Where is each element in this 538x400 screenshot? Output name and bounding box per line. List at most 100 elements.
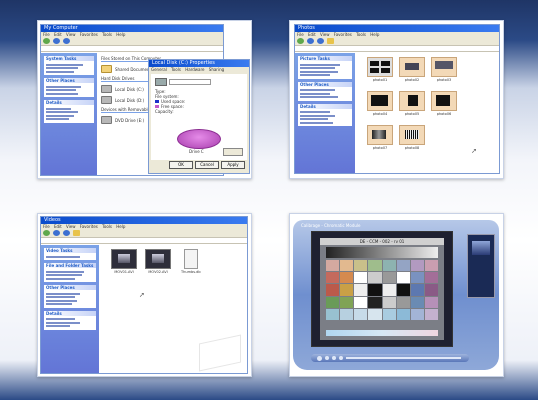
search-icon[interactable] bbox=[63, 38, 70, 44]
photo-thumbnail bbox=[367, 125, 393, 145]
photo-tile[interactable]: photo03 bbox=[431, 57, 457, 82]
stop-icon[interactable] bbox=[325, 356, 329, 360]
toolbar bbox=[295, 37, 499, 46]
menu-view[interactable]: View bbox=[66, 32, 76, 37]
play-icon[interactable] bbox=[317, 355, 322, 361]
test-pattern-header: DE - CCM - 002 - rv 01 bbox=[320, 238, 444, 245]
window-title: Videos bbox=[44, 217, 61, 223]
task-pane: Picture Tasks Other Places Details bbox=[295, 53, 355, 173]
video-file-tile[interactable]: MOV02.AVI bbox=[145, 249, 171, 274]
drive-name: Drive C bbox=[189, 149, 204, 154]
photo-tile[interactable]: photo07 bbox=[367, 125, 393, 150]
task-panel-system: System Tasks bbox=[44, 56, 94, 75]
task-panel-details: Details bbox=[44, 310, 96, 330]
menu-edit[interactable]: Edit bbox=[54, 224, 62, 229]
menu-help[interactable]: Help bbox=[116, 32, 125, 37]
menu-file[interactable]: File bbox=[297, 32, 304, 37]
window-title-bar[interactable]: My Computer bbox=[41, 25, 223, 32]
window-title-bar[interactable]: Videos bbox=[41, 217, 247, 224]
video-thumbnail bbox=[145, 249, 171, 269]
color-patch-grid bbox=[326, 260, 438, 320]
task-panel-picture: Picture Tasks bbox=[298, 56, 352, 79]
menu-favorites[interactable]: Favorites bbox=[334, 32, 352, 37]
pastel-bar bbox=[326, 330, 438, 336]
test-pattern: DE - CCM - 002 - rv 01 bbox=[320, 238, 444, 340]
screenshot-photos-folder: Photos File Edit View Favorites Tools He… bbox=[289, 20, 504, 179]
mouse-cursor-icon: ➚ bbox=[471, 147, 477, 155]
folders-icon[interactable] bbox=[327, 38, 334, 44]
properties-rows: Type: File system: Used space: Free spac… bbox=[155, 89, 186, 114]
folder-icon bbox=[101, 65, 112, 73]
back-icon[interactable] bbox=[297, 38, 304, 44]
disk-usage-pie bbox=[177, 129, 221, 149]
photo-tile[interactable]: photo05 bbox=[399, 91, 425, 116]
watermark-graphic bbox=[199, 334, 241, 372]
address-bar[interactable] bbox=[41, 238, 247, 244]
next-icon[interactable] bbox=[339, 356, 343, 360]
forward-icon[interactable] bbox=[53, 230, 60, 236]
menu-file[interactable]: File bbox=[43, 224, 50, 229]
menu-edit[interactable]: Edit bbox=[308, 32, 316, 37]
tab-tools[interactable]: Tools bbox=[171, 67, 181, 72]
menu-edit[interactable]: Edit bbox=[54, 32, 62, 37]
photo-tile[interactable]: photo06 bbox=[431, 91, 457, 116]
search-icon[interactable] bbox=[317, 38, 324, 44]
menu-tools[interactable]: Tools bbox=[356, 32, 366, 37]
photo-thumbnail bbox=[367, 57, 393, 77]
task-pane: Video Tasks File and Folder Tasks Other … bbox=[41, 245, 99, 373]
photo-tile[interactable]: photo08 bbox=[399, 125, 425, 150]
player-title: Calibrage - Chromatic Module bbox=[301, 223, 361, 228]
address-bar[interactable] bbox=[41, 46, 223, 52]
back-icon[interactable] bbox=[43, 230, 50, 236]
tab-hardware[interactable]: Hardware bbox=[185, 67, 204, 72]
explorer-window: Photos File Edit View Favorites Tools He… bbox=[294, 24, 500, 174]
dvd-drive-icon bbox=[101, 116, 112, 124]
drive-label-input[interactable] bbox=[169, 79, 211, 85]
toolbar bbox=[41, 229, 247, 238]
task-panel-video: Video Tasks bbox=[44, 248, 96, 260]
menu-favorites[interactable]: Favorites bbox=[80, 224, 98, 229]
media-player-frame: Calibrage - Chromatic Module DE - CCM - … bbox=[293, 220, 499, 370]
address-bar[interactable] bbox=[295, 46, 499, 52]
tab-sharing[interactable]: Sharing bbox=[209, 67, 224, 72]
search-icon[interactable] bbox=[63, 230, 70, 236]
menu-view[interactable]: View bbox=[66, 224, 76, 229]
task-pane: System Tasks Other Places Details bbox=[41, 53, 97, 175]
mouse-cursor-icon: ➚ bbox=[139, 291, 145, 299]
disk-cleanup-button[interactable] bbox=[223, 148, 243, 156]
forward-icon[interactable] bbox=[53, 38, 60, 44]
apply-button[interactable]: Apply bbox=[221, 161, 245, 169]
back-icon[interactable] bbox=[43, 38, 50, 44]
properties-dialog: Local Disk (C:) Properties General Tools… bbox=[148, 59, 250, 174]
menu-help[interactable]: Help bbox=[116, 224, 125, 229]
photo-tile[interactable]: photo01 bbox=[367, 57, 393, 82]
previous-icon[interactable] bbox=[332, 356, 336, 360]
menu-file[interactable]: File bbox=[43, 32, 50, 37]
window-title: My Computer bbox=[44, 25, 78, 31]
playlist-thumbnail[interactable] bbox=[472, 241, 490, 255]
dialog-title-bar[interactable]: Local Disk (C:) Properties bbox=[149, 60, 249, 67]
video-file-tile[interactable]: MOV01.AVI bbox=[111, 249, 137, 274]
forward-icon[interactable] bbox=[307, 38, 314, 44]
menu-favorites[interactable]: Favorites bbox=[80, 32, 98, 37]
cancel-button[interactable]: Cancel bbox=[195, 161, 219, 169]
menu-view[interactable]: View bbox=[320, 32, 330, 37]
file-tile[interactable]: Thumbs.db bbox=[181, 249, 201, 274]
photo-tile[interactable]: photo02 bbox=[399, 57, 425, 82]
photo-tile[interactable]: photo04 bbox=[367, 91, 393, 116]
seek-slider[interactable] bbox=[346, 357, 461, 359]
task-panel-other: Other Places bbox=[44, 78, 94, 97]
menu-tools[interactable]: Tools bbox=[102, 32, 112, 37]
window-title-bar[interactable]: Photos bbox=[295, 25, 499, 32]
menu-tools[interactable]: Tools bbox=[102, 224, 112, 229]
photo-thumbnail bbox=[399, 125, 425, 145]
photo-thumbnail bbox=[367, 91, 393, 111]
screenshot-my-computer: My Computer File Edit View Favorites Too… bbox=[37, 20, 252, 179]
task-panel-details: Details bbox=[44, 100, 94, 123]
tab-general[interactable]: General bbox=[151, 67, 167, 72]
task-panel-details: Details bbox=[298, 103, 352, 126]
folders-icon[interactable] bbox=[73, 230, 80, 236]
task-panel-header[interactable]: File and Folder Tasks bbox=[44, 263, 96, 268]
ok-button[interactable]: OK bbox=[169, 161, 193, 169]
menu-help[interactable]: Help bbox=[370, 32, 379, 37]
